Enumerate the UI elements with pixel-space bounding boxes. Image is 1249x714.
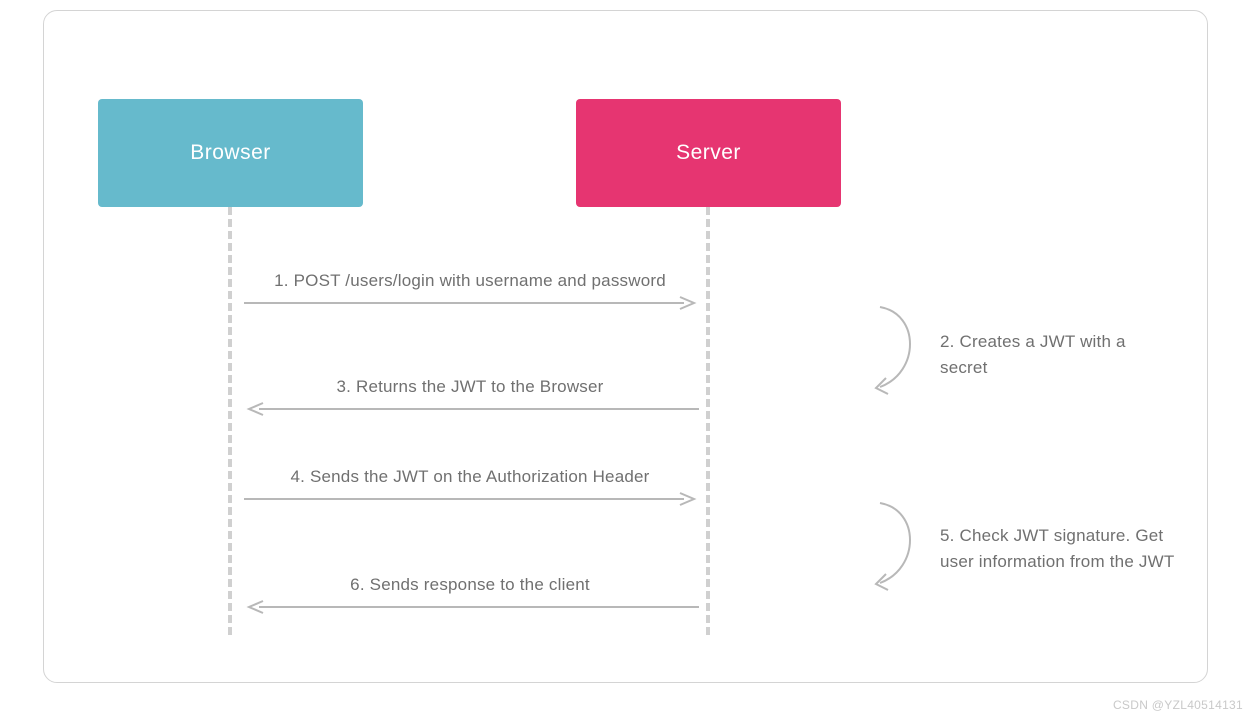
lifeline-server — [706, 207, 710, 635]
actor-server: Server — [576, 99, 841, 207]
step-6-label: 6. Sends response to the client — [235, 575, 705, 595]
self-arrow-step-2 — [870, 302, 930, 402]
step-2-label: 2. Creates a JWT with a secret — [940, 329, 1140, 381]
arrow-step-6 — [244, 600, 699, 614]
watermark: CSDN @YZL40514131 — [1113, 698, 1243, 712]
actor-server-label: Server — [676, 141, 741, 165]
actor-browser-label: Browser — [190, 141, 271, 165]
step-3-label: 3. Returns the JWT to the Browser — [235, 377, 705, 397]
arrow-step-3 — [244, 402, 699, 416]
step-5-label: 5. Check JWT signature. Get user informa… — [940, 523, 1190, 575]
step-1-label: 1. POST /users/login with username and p… — [235, 271, 705, 291]
lifeline-browser — [228, 207, 232, 635]
arrow-step-1 — [244, 296, 699, 310]
step-4-label: 4. Sends the JWT on the Authorization He… — [235, 467, 705, 487]
arrow-step-4 — [244, 492, 699, 506]
self-arrow-step-5 — [870, 498, 930, 598]
actor-browser: Browser — [98, 99, 363, 207]
